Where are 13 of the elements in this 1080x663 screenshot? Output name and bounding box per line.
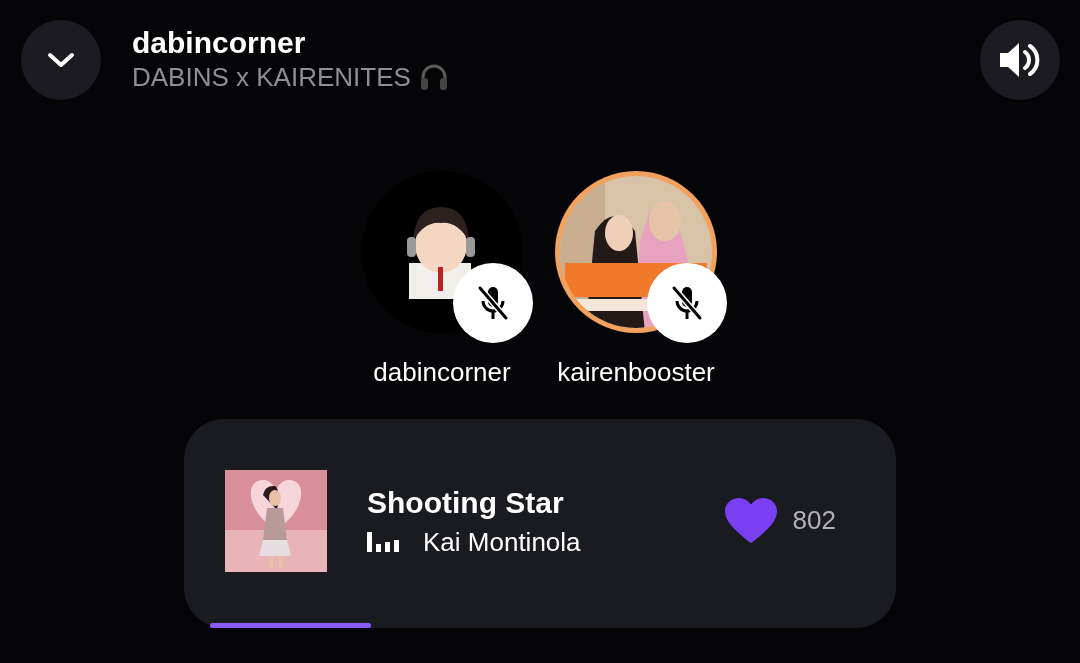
room-title: dabincorner <box>132 26 307 60</box>
chevron-down-icon <box>47 51 75 69</box>
speaker-name: dabincorner <box>373 357 511 387</box>
headphones-icon <box>418 63 449 91</box>
heart-icon[interactable] <box>724 497 777 544</box>
artist-name: Kai Montinola <box>423 526 581 557</box>
speaker-name: kairenbooster <box>557 357 715 387</box>
mic-off-icon <box>669 284 705 322</box>
like-count: 802 <box>792 505 836 536</box>
song-title: Shooting Star <box>367 484 565 521</box>
equalizer-icon <box>367 531 399 552</box>
mic-off-icon <box>475 284 511 322</box>
room-subtitle: DABINS x KAIRENITES <box>132 62 411 92</box>
